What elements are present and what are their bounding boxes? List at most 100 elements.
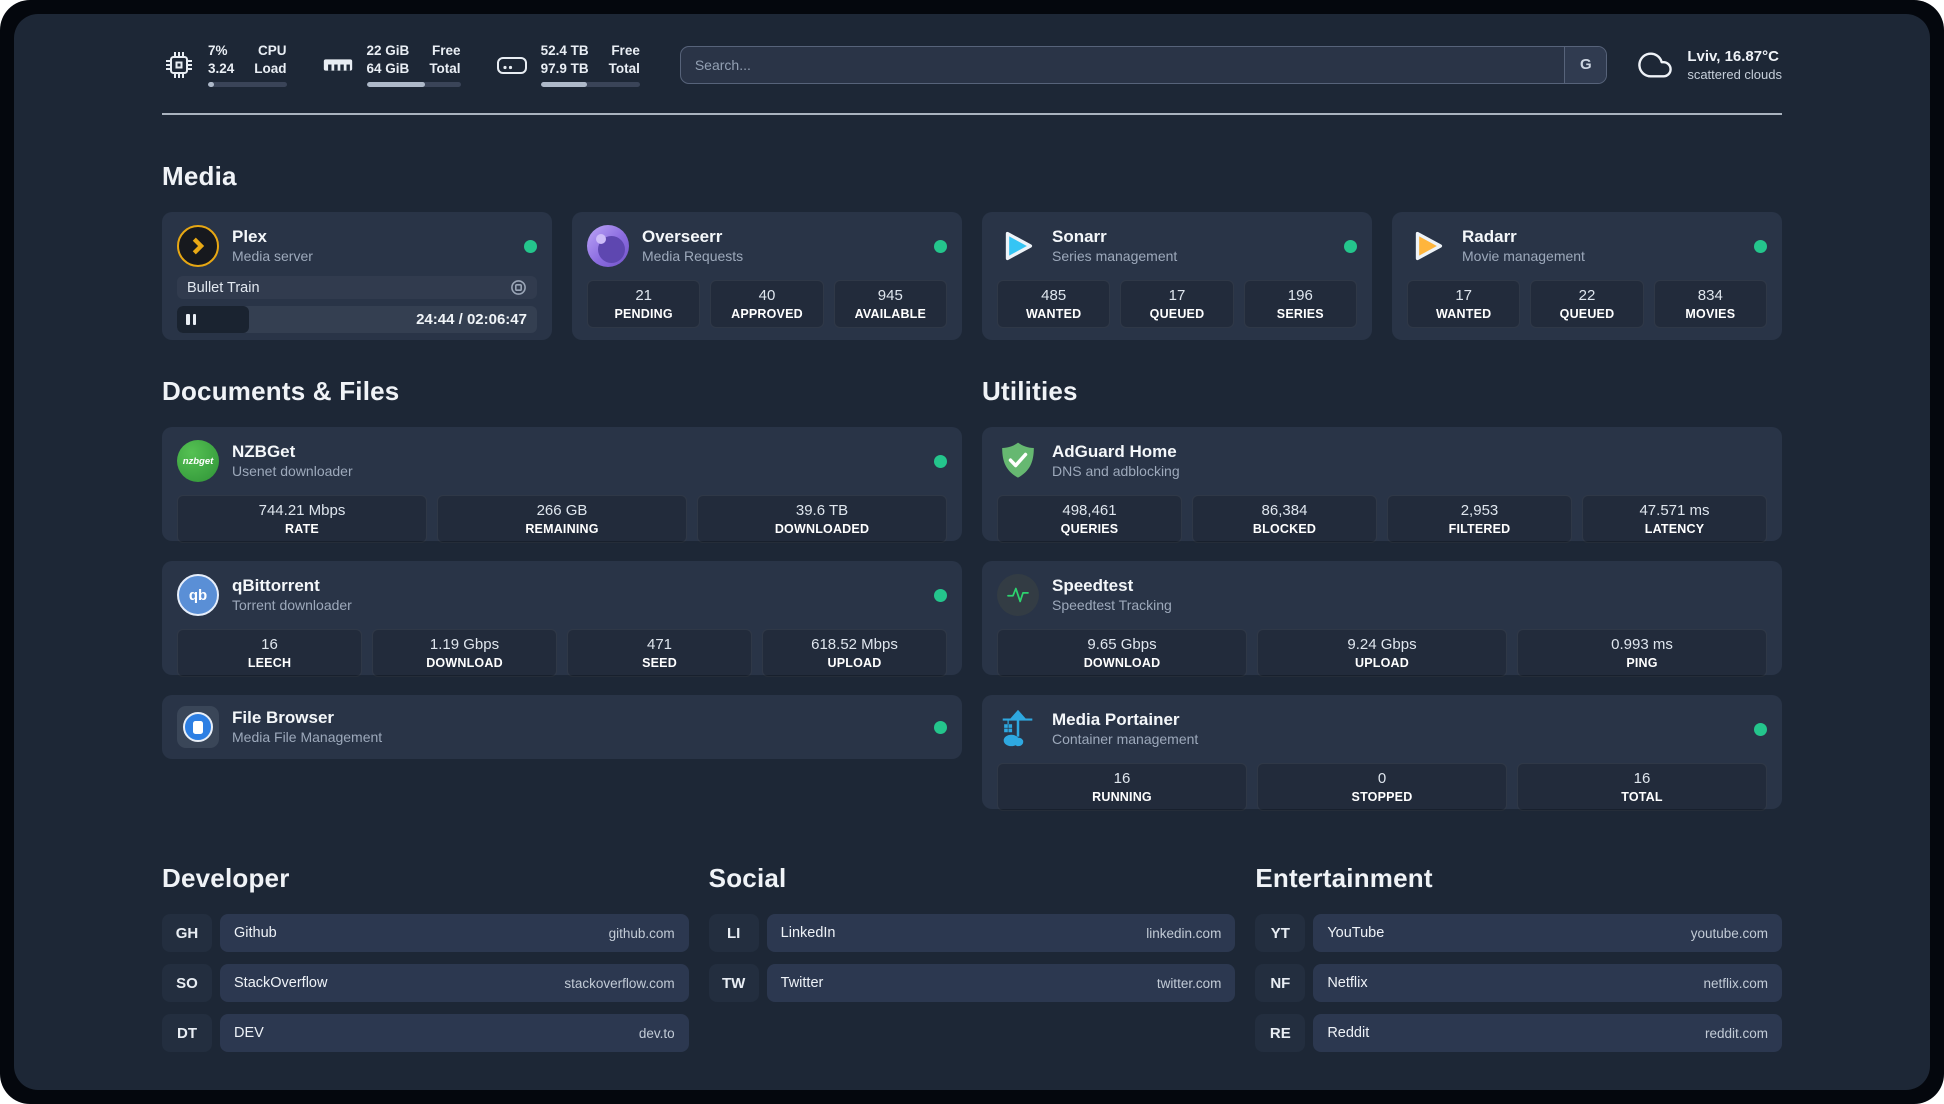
radarr-subtitle: Movie management <box>1462 248 1585 265</box>
memory-total-value: 64 GiB <box>366 60 410 76</box>
playback-time: 24:44 / 02:06:47 <box>416 311 527 329</box>
disk-free-label: Free <box>611 43 640 58</box>
radarr-status-dot <box>1754 239 1767 253</box>
overseerr-icon <box>587 225 629 268</box>
bookmark-name: Twitter <box>780 975 824 992</box>
bookmark-name: YouTube <box>1327 925 1385 942</box>
adguard-card[interactable]: AdGuard Home DNS and adblocking 498,461 … <box>982 427 1782 544</box>
nzbget-card[interactable]: nzbget NZBGet Usenet downloader 744.21 M… <box>162 427 962 544</box>
memory-total-label: Total <box>429 60 461 76</box>
bookmark-youtube[interactable]: YT YouTube youtube.com <box>1255 914 1782 953</box>
stat-tile: 471 SEED <box>567 629 752 678</box>
bookmark-domain: linkedin.com <box>1146 925 1222 941</box>
bookmark-linkedin[interactable]: LI LinkedIn linkedin.com <box>708 914 1236 953</box>
filebrowser-title: File Browser <box>232 708 335 728</box>
bookmark-name: DEV <box>234 1025 264 1042</box>
qbittorrent-title: qBittorrent <box>232 576 320 596</box>
overseerr-card[interactable]: Overseerr Media Requests 21 PENDING 40 A… <box>572 212 962 341</box>
cpu-load-label: Load <box>254 60 287 76</box>
header-divider <box>162 113 1782 116</box>
bookmark-abbr: YT <box>1255 914 1306 953</box>
bookmark-twitter[interactable]: TW Twitter twitter.com <box>708 964 1236 1003</box>
memory-stat: 22 GiB 64 GiB Free Total <box>321 42 461 88</box>
plex-title: Plex <box>232 227 267 247</box>
portainer-card[interactable]: Media Portainer Container management 16 … <box>982 695 1782 812</box>
bookmark-netflix[interactable]: NF Netflix netflix.com <box>1255 964 1782 1003</box>
bookmark-abbr: SO <box>162 964 212 1003</box>
disk-stat: 52.4 TB 97.9 TB Free Total <box>495 42 640 88</box>
weather-location-temp: Lviv, 16.87°C <box>1687 47 1779 65</box>
stat-tile: 17 QUEUED <box>1120 280 1234 329</box>
plex-icon <box>177 225 219 268</box>
speedtest-title: Speedtest <box>1052 576 1134 596</box>
bookmark-domain: twitter.com <box>1156 975 1222 991</box>
stat-tile: 498,461 QUERIES <box>997 495 1182 544</box>
speedtest-card[interactable]: Speedtest Speedtest Tracking 9.65 Gbps D… <box>982 561 1782 678</box>
bookmark-abbr: NF <box>1255 964 1306 1003</box>
overseerr-status-dot <box>934 239 947 253</box>
dashboard-panel: 7% 3.24 CPU Load 22 GiB 64 GiB Free Tota… <box>14 14 1930 1090</box>
filebrowser-status-dot <box>934 720 947 734</box>
stat-tile: 16 TOTAL <box>1517 763 1767 812</box>
overseerr-subtitle: Media Requests <box>642 248 744 265</box>
search-input[interactable] <box>680 46 1565 83</box>
camera-icon[interactable] <box>510 279 527 296</box>
filebrowser-subtitle: Media File Management <box>232 729 383 746</box>
cpu-load-value: 3.24 <box>208 60 235 76</box>
top-bar: 7% 3.24 CPU Load 22 GiB 64 GiB Free Tota… <box>162 42 1782 88</box>
bookmark-stackoverflow[interactable]: SO StackOverflow stackoverflow.com <box>162 964 689 1003</box>
now-playing-title: Bullet Train <box>187 279 260 296</box>
stat-tile: 196 SERIES <box>1243 280 1357 329</box>
sonarr-status-dot <box>1344 239 1357 253</box>
ram-icon <box>321 49 355 81</box>
section-heading-entertainment: Entertainment <box>1255 863 1433 894</box>
system-stats: 7% 3.24 CPU Load 22 GiB 64 GiB Free Tota… <box>162 42 640 88</box>
bookmark-dev[interactable]: DT DEV dev.to <box>162 1014 689 1053</box>
stat-tile: 16 RUNNING <box>997 763 1247 812</box>
bookmark-name: LinkedIn <box>780 925 836 942</box>
weather-widget: Lviv, 16.87°C scattered clouds <box>1635 48 1782 82</box>
bookmark-abbr: GH <box>162 914 212 953</box>
bookmark-abbr: RE <box>1255 1014 1306 1053</box>
bookmark-name: Netflix <box>1327 975 1368 992</box>
radarr-title: Radarr <box>1462 227 1517 247</box>
stat-tile: 2,953 FILTERED <box>1387 495 1572 544</box>
filebrowser-icon <box>177 706 219 749</box>
qbittorrent-status-dot <box>934 588 947 602</box>
plex-status-dot <box>524 239 537 253</box>
plex-card[interactable]: Plex Media server Bullet Train 24:44 / 0… <box>162 212 552 341</box>
nzbget-icon: nzbget <box>177 440 219 483</box>
stat-tile: 9.24 Gbps UPLOAD <box>1257 629 1507 678</box>
stat-tile: 86,384 BLOCKED <box>1192 495 1377 544</box>
disk-total-label: Total <box>608 60 640 76</box>
portainer-title: Media Portainer <box>1052 710 1180 730</box>
memory-free-value: 22 GiB <box>366 43 410 58</box>
stat-tile: 945 AVAILABLE <box>833 280 947 329</box>
stat-tile: 0 STOPPED <box>1257 763 1507 812</box>
bookmark-reddit[interactable]: RE Reddit reddit.com <box>1255 1014 1782 1053</box>
bookmark-domain: github.com <box>608 925 675 941</box>
bookmark-github[interactable]: GH Github github.com <box>162 914 689 953</box>
filebrowser-card[interactable]: File Browser Media File Management <box>162 695 962 760</box>
qbittorrent-card[interactable]: qb qBittorrent Torrent downloader 16 LEE… <box>162 561 962 678</box>
section-heading-documents: Documents & Files <box>162 376 400 407</box>
stat-tile: 9.65 Gbps DOWNLOAD <box>997 629 1247 678</box>
sonarr-card[interactable]: Sonarr Series management 485 WANTED 17 Q… <box>982 212 1372 341</box>
cpu-usage-value: 7% <box>208 43 228 58</box>
stat-tile: 47.571 ms LATENCY <box>1582 495 1767 544</box>
adguard-shield-icon <box>997 440 1039 482</box>
search-provider-button[interactable]: G <box>1564 46 1607 83</box>
overseerr-title: Overseerr <box>642 227 723 247</box>
nzbget-status-dot <box>934 454 947 468</box>
bookmark-abbr: LI <box>708 914 759 953</box>
playback-progress-bar[interactable]: 24:44 / 02:06:47 <box>177 306 537 334</box>
stat-tile: 0.993 ms PING <box>1517 629 1767 678</box>
window-frame: 7% 3.24 CPU Load 22 GiB 64 GiB Free Tota… <box>0 0 1944 1104</box>
disk-drive-icon <box>495 49 529 81</box>
stat-tile: 21 PENDING <box>587 280 701 329</box>
radarr-card[interactable]: Radarr Movie management 17 WANTED 22 QUE… <box>1392 212 1782 341</box>
sonarr-icon <box>997 225 1039 267</box>
section-heading-utilities: Utilities <box>982 376 1078 407</box>
cpu-usage-label: CPU <box>258 43 287 58</box>
adguard-title: AdGuard Home <box>1052 442 1177 462</box>
